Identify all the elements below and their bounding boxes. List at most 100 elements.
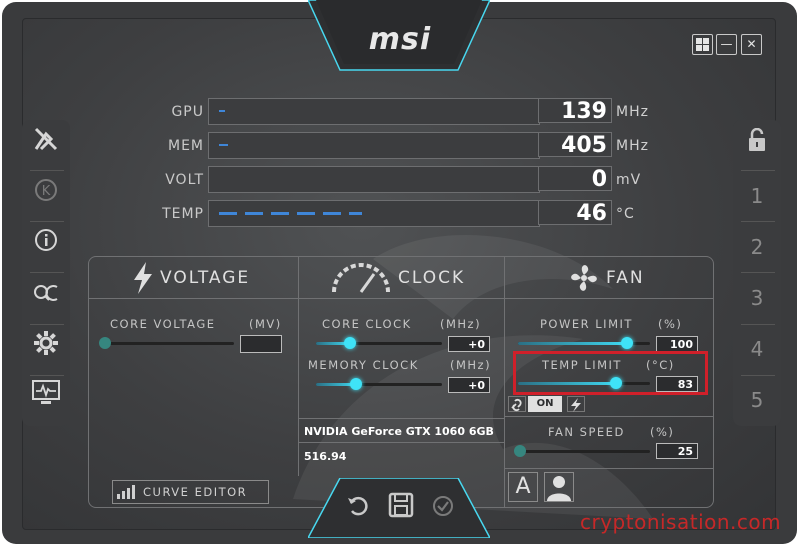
user-icon <box>547 476 571 501</box>
apply-button[interactable] <box>432 495 454 521</box>
mem-bar <box>208 132 540 159</box>
temp-value: 46 <box>538 200 612 226</box>
kombustor-icon[interactable]: K <box>26 176 66 216</box>
volt-unit: mV <box>616 172 642 188</box>
boost-button[interactable] <box>567 396 585 412</box>
monitor-fill-1 <box>219 144 228 146</box>
volt-bar <box>208 166 540 193</box>
fan-icon <box>568 262 600 298</box>
clock-title: CLOCK <box>398 268 466 288</box>
fan-speed-label: FAN SPEED <box>548 425 625 439</box>
temp-label: TEMP <box>162 206 204 222</box>
voltage-title: VOLTAGE <box>160 268 251 288</box>
core-voltage-unit: (MV) <box>249 317 282 331</box>
sidebar-divider <box>741 324 775 325</box>
core-voltage-slider-track[interactable] <box>104 342 234 345</box>
reset-icon <box>348 496 368 516</box>
panel-divider <box>504 256 505 508</box>
link-icon <box>511 398 522 412</box>
temp-limit-label: TEMP LIMIT <box>542 358 622 372</box>
site-watermark: cryptonisation.com <box>580 510 782 534</box>
windows-icon <box>696 38 709 51</box>
profile-2-button[interactable]: 2 <box>737 235 777 259</box>
fan-speed-unit: (%) <box>650 425 675 439</box>
sidebar-divider <box>30 272 64 273</box>
sidebar-divider <box>741 375 775 376</box>
temp-limit-unit: (°C) <box>646 358 675 372</box>
apply-icon <box>433 496 453 516</box>
core-clock-slider-knob[interactable] <box>344 337 356 349</box>
volt-label: VOLT <box>165 172 204 188</box>
bar-chart-icon <box>117 485 135 499</box>
profile-4-button[interactable]: 4 <box>737 337 777 361</box>
driver-version: 516.94 <box>304 450 347 463</box>
panel-divider <box>298 418 504 419</box>
volt-value: 0 <box>538 166 612 192</box>
memory-clock-label: MEMORY CLOCK <box>308 358 419 372</box>
panel-divider <box>88 298 714 299</box>
curve-editor-label: CURVE EDITOR <box>143 485 248 499</box>
gpu-value: 139 <box>538 98 612 124</box>
sidebar-divider <box>741 170 775 171</box>
msi-logo: msi <box>368 22 432 57</box>
temp-limit-slider-knob[interactable] <box>610 377 622 389</box>
power-limit-slider-knob[interactable] <box>621 337 633 349</box>
sidebar-divider <box>30 170 64 171</box>
link-button[interactable] <box>508 396 526 412</box>
oc-scanner-icon[interactable] <box>26 278 66 318</box>
monitor-fill-0 <box>219 110 225 112</box>
link-on-toggle[interactable]: ON <box>528 396 562 412</box>
monitor-fill-3 <box>219 212 362 215</box>
power-limit-input[interactable]: 100 <box>656 336 698 352</box>
panel-divider <box>298 442 504 443</box>
memory-clock-input[interactable]: +0 <box>448 377 490 393</box>
gpu-bar <box>208 98 540 125</box>
power-limit-unit: (%) <box>658 317 683 331</box>
sidebar-divider <box>30 375 64 376</box>
settings-icon[interactable] <box>26 330 66 370</box>
gpu-unit: MHz <box>616 104 649 120</box>
fan-speed-slider-track[interactable] <box>518 450 650 453</box>
sidebar-divider <box>741 221 775 222</box>
unlock-icon[interactable] <box>737 126 777 166</box>
close-button[interactable]: ✕ <box>741 34 762 55</box>
reset-button[interactable] <box>346 494 370 522</box>
power-limit-slider-fill <box>518 342 626 345</box>
core-voltage-slider-knob[interactable] <box>99 337 111 349</box>
overclock-scanner-icon[interactable] <box>26 126 66 166</box>
panel-divider <box>504 416 714 417</box>
panel-divider <box>298 256 299 476</box>
speedometer-icon <box>330 262 392 298</box>
save-button[interactable] <box>388 492 414 522</box>
panel-divider <box>504 468 714 469</box>
memory-clock-slider-knob[interactable] <box>350 378 362 390</box>
windows-button[interactable] <box>692 34 713 55</box>
profile-3-button[interactable]: 3 <box>737 286 777 310</box>
core-clock-label: CORE CLOCK <box>322 317 412 331</box>
fan-speed-slider-knob[interactable] <box>514 445 526 457</box>
memory-clock-unit: (MHz) <box>450 358 492 372</box>
lightning-icon <box>571 398 581 412</box>
mem-label: MEM <box>167 138 204 154</box>
monitor-icon[interactable] <box>26 380 66 420</box>
gpu-label: GPU <box>171 104 204 120</box>
info-icon[interactable] <box>26 226 66 266</box>
minimize-button[interactable]: — <box>716 34 737 55</box>
user-fan-button[interactable] <box>544 472 574 502</box>
profile-5-button[interactable]: 5 <box>737 388 777 412</box>
sidebar-divider <box>30 221 64 222</box>
power-limit-label: POWER LIMIT <box>540 317 633 331</box>
curve-editor-button[interactable]: CURVE EDITOR <box>112 480 269 504</box>
core-clock-unit: (MHz) <box>440 317 482 331</box>
sidebar-divider <box>741 272 775 273</box>
auto-fan-button[interactable]: A <box>508 472 538 502</box>
profile-1-button[interactable]: 1 <box>737 184 777 208</box>
save-icon <box>388 492 414 518</box>
mem-value: 405 <box>538 132 612 158</box>
core-clock-input[interactable]: +0 <box>448 336 490 352</box>
temp-limit-slider-fill <box>518 382 616 385</box>
gpu-name: NVIDIA GeForce GTX 1060 6GB <box>304 425 494 438</box>
core-voltage-input[interactable] <box>240 335 282 353</box>
temp-limit-input[interactable]: 83 <box>656 376 698 392</box>
fan-speed-input[interactable]: 25 <box>656 443 698 459</box>
